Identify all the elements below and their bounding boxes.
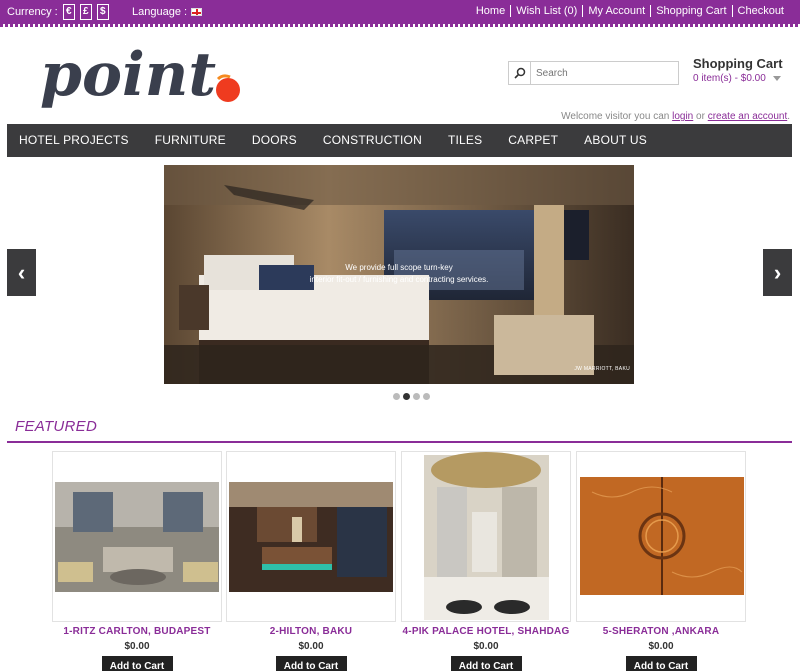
search-box: [508, 61, 679, 85]
slide-caption-line1: We provide full scope turn-key: [345, 263, 453, 272]
product-image[interactable]: [576, 451, 746, 622]
sheraton-door-image: [580, 477, 744, 595]
nav-hotel-projects[interactable]: HOTEL PROJECTS: [7, 124, 142, 157]
product-card: 2-HILTON, BAKU $0.00 Add to Cart: [226, 451, 396, 671]
product-image[interactable]: [52, 451, 222, 622]
ritz-carlton-lobby-image: [55, 482, 219, 592]
welcome-or: or: [696, 111, 705, 122]
cart-summary[interactable]: Shopping Cart 0 item(s) - $0.00: [693, 56, 793, 84]
search-icon[interactable]: [509, 62, 531, 84]
nav-construction[interactable]: CONSTRUCTION: [310, 124, 435, 157]
wish-list-link[interactable]: Wish List (0): [510, 5, 582, 17]
product-image[interactable]: [401, 451, 571, 622]
product-price: $0.00: [473, 641, 499, 652]
currency-euro-button[interactable]: €: [62, 4, 75, 20]
home-link[interactable]: Home: [471, 5, 510, 17]
hero-slide-image[interactable]: We provide full scope turn-key interior …: [164, 165, 634, 384]
cart-items-total[interactable]: 0 item(s) - $0.00: [693, 73, 766, 84]
welcome-suffix: .: [787, 111, 790, 122]
slide-caption-line2: interior fit-out / furnishing and contra…: [309, 275, 489, 284]
pik-palace-lobby-image: [424, 452, 549, 620]
product-name[interactable]: 1-RITZ CARLTON, BUDAPEST: [52, 626, 222, 637]
product-card: 5-SHERATON ,ANKARA $0.00 Add to Cart: [576, 451, 746, 671]
point-logo-icon: point: [40, 40, 240, 110]
nav-about-us[interactable]: ABOUT US: [571, 124, 660, 157]
add-to-cart-button[interactable]: Add to Cart: [625, 656, 697, 671]
logo-text: point: [40, 40, 216, 110]
currency-dollar-button[interactable]: $: [96, 4, 109, 20]
slider-dot-4[interactable]: [423, 393, 430, 400]
currency-label: Currency :: [7, 6, 58, 18]
product-name[interactable]: 5-SHERATON ,ANKARA: [576, 626, 746, 637]
slide-credit: JW MARRIOTT, BAKU: [574, 366, 630, 372]
slider-next-button[interactable]: ›: [763, 249, 792, 296]
currency-pound-button[interactable]: £: [79, 4, 92, 20]
cart-value[interactable]: 0 item(s) - $0.00: [693, 73, 793, 84]
language-label: Language :: [132, 6, 188, 18]
logo-orange-dot: [216, 78, 240, 102]
featured-divider: [7, 441, 792, 443]
slider-dot-2[interactable]: [403, 393, 410, 400]
slider-pagination: [393, 393, 430, 400]
nav-tiles[interactable]: TILES: [435, 124, 495, 157]
product-image[interactable]: [226, 451, 396, 622]
nav-carpet[interactable]: CARPET: [495, 124, 571, 157]
add-to-cart-button[interactable]: Add to Cart: [450, 656, 522, 671]
hilton-bar-image: [229, 482, 393, 592]
product-card: 4-PIK PALACE HOTEL, SHAHDAG $0.00 Add to…: [401, 451, 571, 671]
login-link[interactable]: login: [672, 111, 693, 122]
nav-furniture[interactable]: FURNITURE: [142, 124, 239, 157]
uk-flag-icon[interactable]: [191, 8, 203, 16]
slide-caption: We provide full scope turn-key interior …: [164, 262, 634, 286]
search-input[interactable]: [531, 67, 671, 79]
top-bar: Currency : € £ $ Language : Home Wish Li…: [0, 0, 800, 24]
nav-doors[interactable]: DOORS: [239, 124, 310, 157]
top-bar-dashed-border: [0, 24, 800, 27]
cart-title[interactable]: Shopping Cart: [693, 56, 793, 71]
add-to-cart-button[interactable]: Add to Cart: [101, 656, 173, 671]
product-card: 1-RITZ CARLTON, BUDAPEST $0.00 Add to Ca…: [52, 451, 222, 671]
create-account-link[interactable]: create an account: [708, 111, 788, 122]
slider-prev-button[interactable]: ‹: [7, 249, 36, 296]
product-name[interactable]: 4-PIK PALACE HOTEL, SHAHDAG: [401, 626, 571, 637]
featured-heading: FEATURED: [15, 418, 98, 435]
checkout-link[interactable]: Checkout: [731, 5, 789, 17]
welcome-prefix: Welcome visitor you can: [561, 111, 670, 122]
slider-dot-3[interactable]: [413, 393, 420, 400]
shopping-cart-link[interactable]: Shopping Cart: [650, 5, 731, 17]
chevron-right-icon: ›: [773, 259, 782, 285]
chevron-left-icon: ‹: [17, 259, 26, 285]
main-navigation: HOTEL PROJECTS FURNITURE DOORS CONSTRUCT…: [7, 124, 792, 157]
product-price: $0.00: [298, 641, 324, 652]
currency-selector: Currency : € £ $: [7, 4, 109, 20]
slider-dot-1[interactable]: [393, 393, 400, 400]
welcome-message: Welcome visitor you can login or create …: [561, 111, 790, 122]
top-links: Home Wish List (0) My Account Shopping C…: [471, 5, 789, 17]
add-to-cart-button[interactable]: Add to Cart: [275, 656, 347, 671]
my-account-link[interactable]: My Account: [582, 5, 650, 17]
product-price: $0.00: [124, 641, 150, 652]
product-name[interactable]: 2-HILTON, BAKU: [226, 626, 396, 637]
language-selector: Language :: [132, 6, 203, 18]
logo[interactable]: point: [38, 40, 248, 120]
product-price: $0.00: [648, 641, 674, 652]
chevron-down-icon[interactable]: [772, 76, 781, 81]
